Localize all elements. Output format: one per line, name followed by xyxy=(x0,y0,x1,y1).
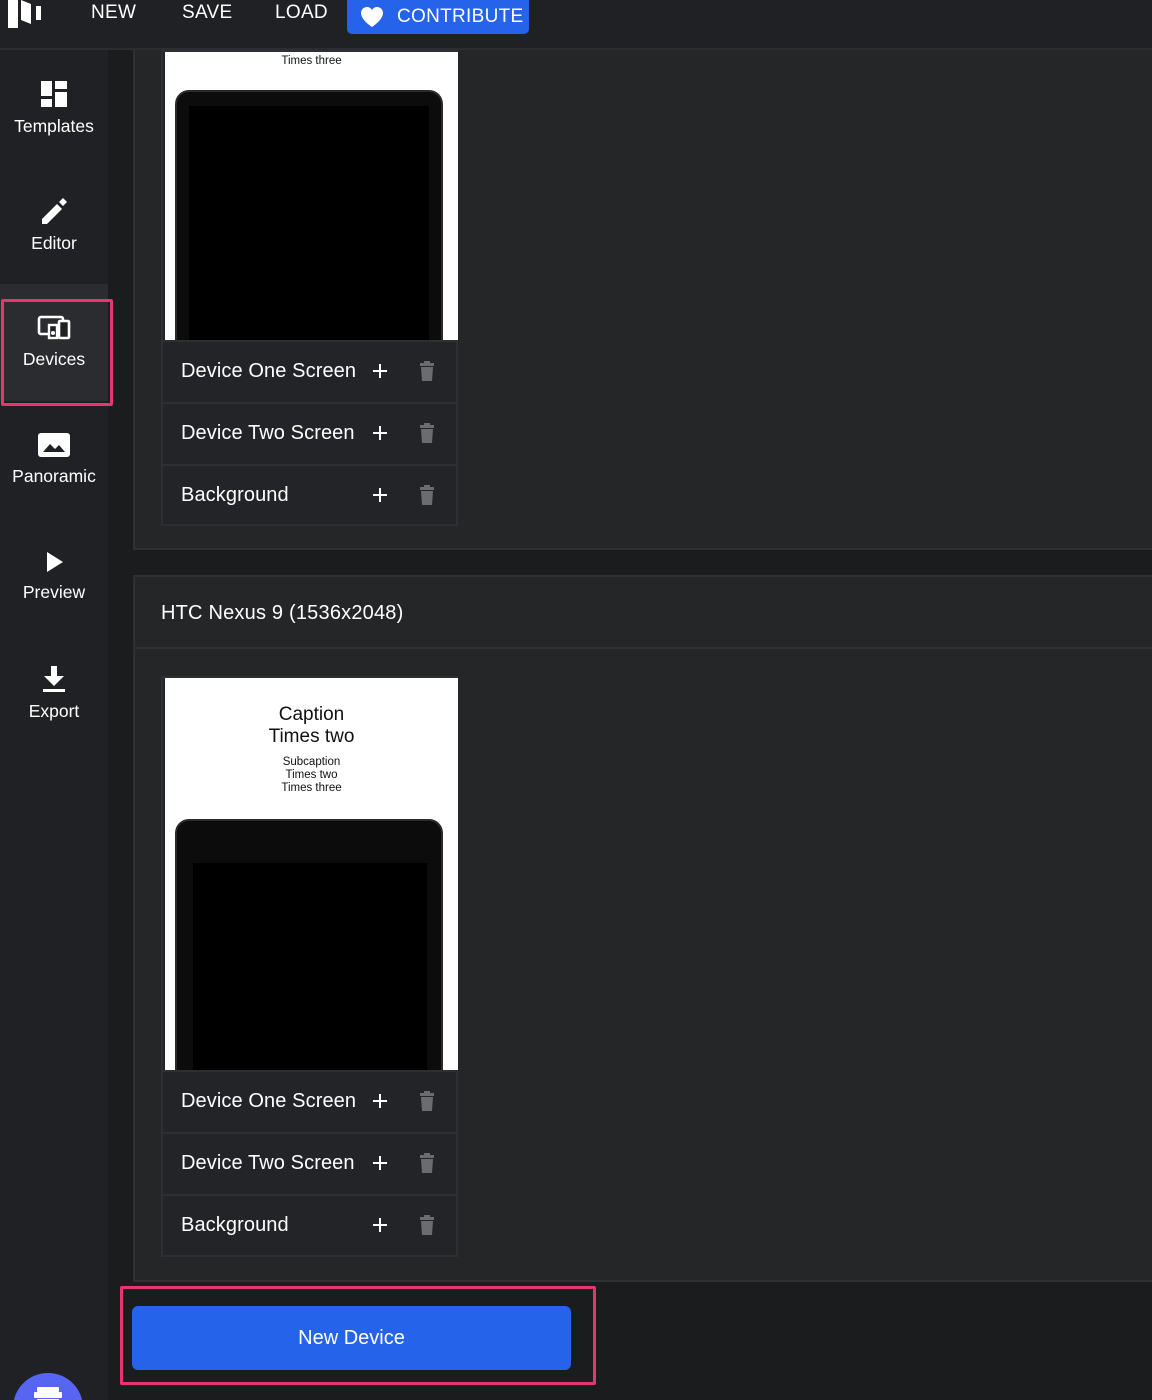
sidebar-item-preview[interactable]: Preview xyxy=(0,518,108,635)
plus-icon[interactable] xyxy=(370,1091,390,1111)
layer-label: Background xyxy=(181,1213,289,1236)
sidebar: Templates Editor Devices Panoramic Previ… xyxy=(0,50,108,1400)
subcaption-line-2: Times two xyxy=(285,769,338,781)
subcaption-line-3: Times three xyxy=(281,782,342,794)
download-icon xyxy=(43,666,65,692)
buy-me-coffee-button[interactable] xyxy=(13,1373,83,1400)
main-content: Times three Device One Screen Device Two… xyxy=(108,50,1152,1400)
device-card: Caption Times two Subcaption Times two T… xyxy=(161,676,458,1257)
device-card: Times three Device One Screen Device Two… xyxy=(161,50,458,526)
tablet-screen xyxy=(193,863,427,1070)
trash-icon[interactable] xyxy=(419,1091,435,1111)
coffee-cup-icon xyxy=(34,1387,62,1400)
new-button[interactable]: NEW xyxy=(91,0,136,34)
sidebar-item-editor[interactable]: Editor xyxy=(0,167,108,284)
sidebar-item-label: Editor xyxy=(31,233,77,253)
layer-row[interactable]: Device One Screen xyxy=(163,340,456,400)
layer-label: Device One Screen xyxy=(181,1089,357,1112)
plus-icon[interactable] xyxy=(370,1215,390,1235)
layer-row[interactable]: Device Two Screen xyxy=(163,402,456,462)
trash-icon[interactable] xyxy=(419,361,435,381)
layer-label: Device Two Screen xyxy=(181,421,355,444)
contribute-button[interactable]: CONTRIBUTE xyxy=(347,0,529,34)
device-preview[interactable]: Times three xyxy=(165,52,458,340)
device-panel-header: HTC Nexus 9 (1536x2048) xyxy=(135,575,1152,649)
device-preview[interactable]: Caption Times two Subcaption Times two T… xyxy=(165,678,458,1070)
load-button[interactable]: LOAD xyxy=(275,0,328,34)
save-button[interactable]: SAVE xyxy=(182,0,232,34)
tablet-screen xyxy=(189,106,429,340)
play-icon xyxy=(47,552,63,572)
templates-icon xyxy=(41,81,67,107)
sidebar-item-label: Panoramic xyxy=(12,466,96,486)
subcaption-line-1: Subcaption xyxy=(282,756,341,768)
layer-row[interactable]: Device Two Screen xyxy=(163,1132,456,1192)
plus-icon[interactable] xyxy=(370,1153,390,1173)
tablet-frame xyxy=(175,90,443,340)
image-icon xyxy=(38,433,70,457)
caption-line-1: Caption xyxy=(278,704,345,725)
subcaption-text: Times three xyxy=(281,55,342,67)
trash-icon[interactable] xyxy=(419,1215,435,1235)
sidebar-item-devices[interactable]: Devices xyxy=(0,284,108,401)
sidebar-item-label: Templates xyxy=(14,116,94,136)
sidebar-item-label: Export xyxy=(28,701,80,721)
device-panel: Times three Device One Screen Device Two… xyxy=(133,50,1152,550)
new-device-button[interactable]: New Device xyxy=(132,1306,571,1370)
plus-icon[interactable] xyxy=(370,485,390,505)
pencil-icon xyxy=(42,198,67,224)
layer-label: Background xyxy=(181,483,289,506)
sidebar-item-templates[interactable]: Templates xyxy=(0,50,108,167)
plus-icon[interactable] xyxy=(370,361,390,381)
plus-icon[interactable] xyxy=(370,423,390,443)
device-panel: HTC Nexus 9 (1536x2048) Caption Times tw… xyxy=(133,575,1152,1282)
sidebar-item-label: Devices xyxy=(22,349,86,369)
contribute-label: CONTRIBUTE xyxy=(397,6,524,27)
layer-label: Device One Screen xyxy=(181,359,357,382)
layer-row[interactable]: Background xyxy=(163,464,456,524)
layer-row[interactable]: Background xyxy=(163,1194,456,1254)
sidebar-item-export[interactable]: Export xyxy=(0,635,108,752)
sidebar-item-label: Preview xyxy=(22,582,86,602)
layer-row[interactable]: Device One Screen xyxy=(163,1070,456,1130)
app-logo[interactable] xyxy=(4,0,46,28)
devices-icon xyxy=(37,315,71,340)
device-title: HTC Nexus 9 (1536x2048) xyxy=(161,602,404,624)
trash-icon[interactable] xyxy=(419,485,435,505)
trash-icon[interactable] xyxy=(419,423,435,443)
tablet-frame xyxy=(175,819,443,1070)
layer-label: Device Two Screen xyxy=(181,1151,355,1174)
top-bar: NEW SAVE LOAD CONTRIBUTE xyxy=(0,0,1152,50)
trash-icon[interactable] xyxy=(419,1153,435,1173)
caption-line-2: Times two xyxy=(268,726,355,747)
heart-icon xyxy=(361,7,383,27)
sidebar-item-panoramic[interactable]: Panoramic xyxy=(0,401,108,518)
